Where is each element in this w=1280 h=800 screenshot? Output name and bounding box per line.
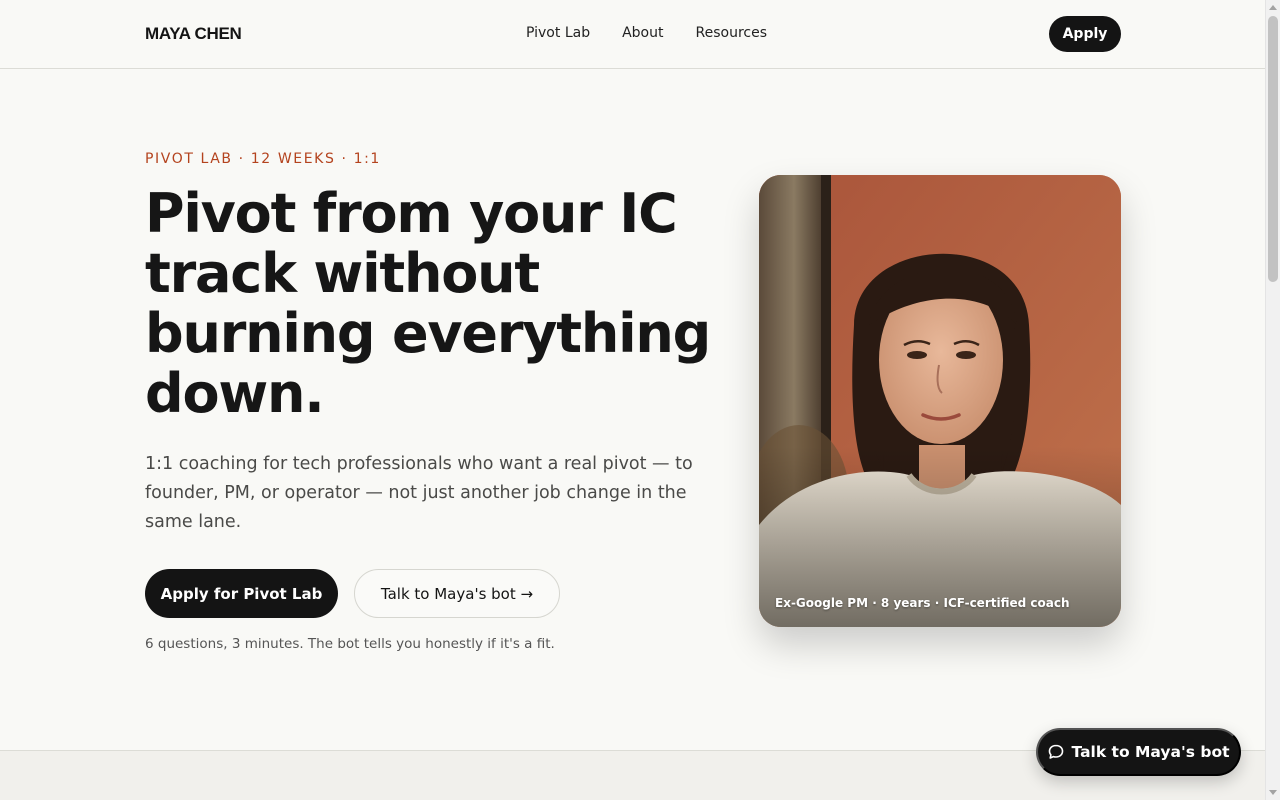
headline-line: burning everything	[145, 302, 711, 365]
headline-line: Pivot from your IC	[145, 182, 678, 245]
headline-line: down.	[145, 362, 325, 425]
scroll-up-arrow-icon[interactable]	[1269, 5, 1277, 10]
header-apply-button[interactable]: Apply	[1049, 16, 1121, 52]
page-scrollbar[interactable]	[1265, 0, 1280, 800]
chat-widget-button[interactable]: Talk to Maya's bot	[1036, 728, 1241, 776]
hero-headline: Pivot from your IC track without burning…	[145, 184, 745, 424]
chat-bubble-icon	[1048, 744, 1063, 759]
nav-link-resources[interactable]: Resources	[696, 25, 768, 41]
nav-link-about[interactable]: About	[622, 25, 663, 41]
nav-link-pivot-lab[interactable]: Pivot Lab	[526, 25, 590, 41]
headline-line: track without	[145, 242, 540, 305]
main-nav: Pivot Lab About Resources	[526, 25, 799, 41]
coach-portrait: Ex-Google PM · 8 years · ICF-certified c…	[759, 175, 1121, 627]
hero-description: 1:1 coaching for tech professionals who …	[145, 454, 693, 532]
brand-logo[interactable]: MAYA CHEN	[145, 24, 242, 44]
cta-note: 6 questions, 3 minutes. The bot tells yo…	[145, 636, 555, 652]
hero-eyebrow: PIVOT LAB · 12 WEEKS · 1:1	[145, 151, 381, 167]
apply-pivot-lab-button[interactable]: Apply for Pivot Lab	[145, 569, 338, 618]
portrait-caption: Ex-Google PM · 8 years · ICF-certified c…	[775, 596, 1070, 610]
scroll-thumb[interactable]	[1268, 16, 1278, 282]
site-header: MAYA CHEN Pivot Lab About Resources Appl…	[0, 0, 1265, 69]
portrait-illustration	[759, 175, 1121, 627]
talk-to-bot-button[interactable]: Talk to Maya's bot →	[354, 569, 560, 618]
chat-widget-label: Talk to Maya's bot	[1071, 743, 1230, 761]
scroll-down-arrow-icon[interactable]	[1269, 790, 1277, 795]
